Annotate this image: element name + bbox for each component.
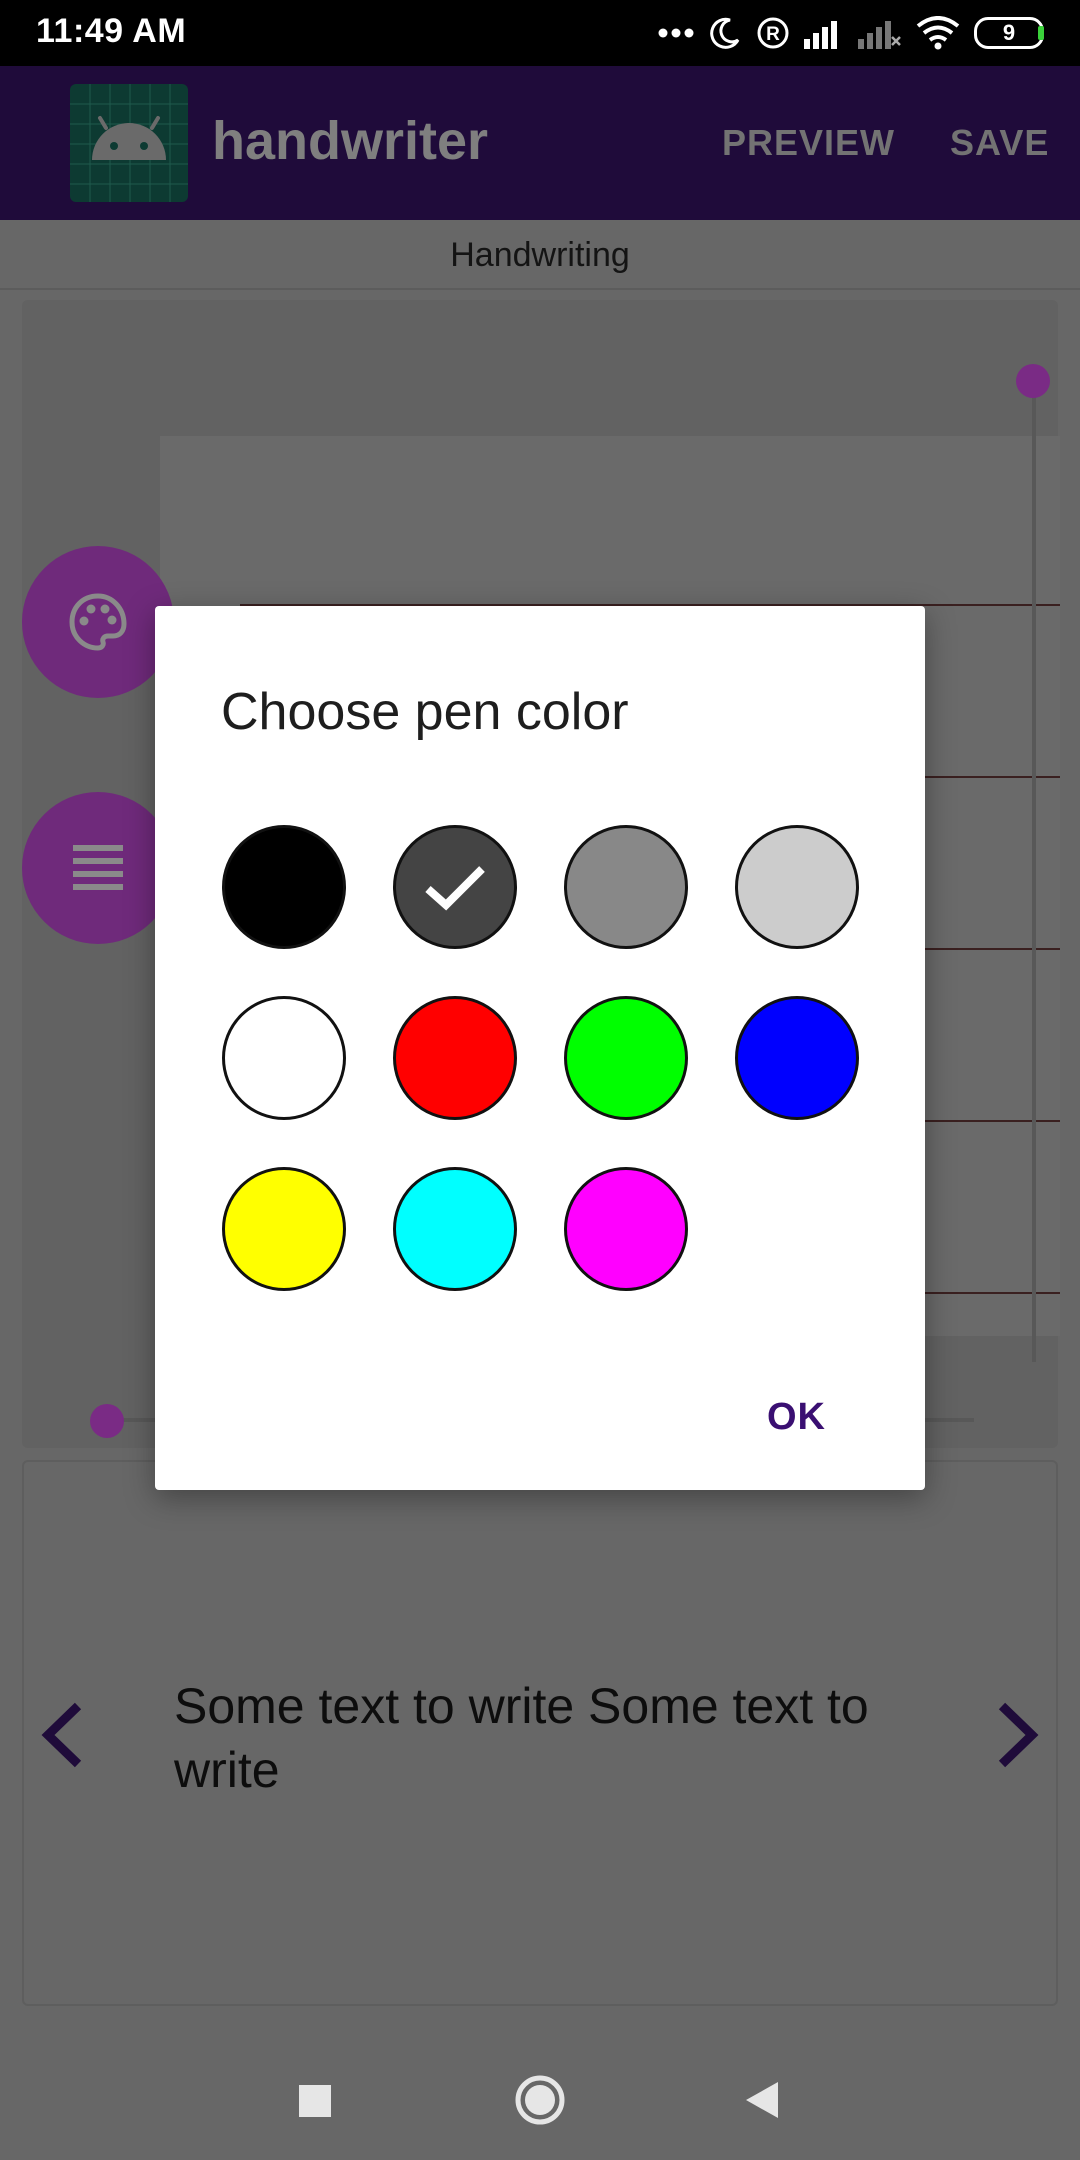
sample-text: Some text to write Some text to write [174, 1678, 869, 1798]
app-title: handwriter [212, 111, 489, 171]
battery-level: 9 [1002, 20, 1016, 45]
color-swatch-light-gray[interactable] [735, 825, 859, 949]
preview-button[interactable]: PREVIEW [722, 122, 895, 164]
chevron-right-icon[interactable] [992, 1700, 1042, 1770]
wifi-icon [916, 16, 960, 50]
moon-icon [710, 17, 740, 49]
color-swatch-green[interactable] [564, 996, 688, 1120]
tab-handwriting[interactable]: Handwriting [0, 236, 1080, 275]
dialog-title: Choose pen color [221, 683, 629, 741]
recents-button[interactable] [290, 2076, 340, 2126]
palette-icon [69, 593, 127, 651]
status-time: 11:49 AM [36, 12, 187, 50]
color-swatch-red[interactable] [393, 996, 517, 1120]
recents-icon [299, 2085, 331, 2117]
back-icon [746, 2082, 778, 2118]
ok-button[interactable]: OK [767, 1396, 826, 1439]
app-bar: handwriter PREVIEW SAVE [0, 66, 1080, 220]
color-swatch-blue[interactable] [735, 996, 859, 1120]
color-swatch-yellow[interactable] [222, 1167, 346, 1291]
vertical-slider-thumb[interactable] [1016, 364, 1050, 398]
status-bar: 11:49 AM R 9 [0, 0, 1080, 66]
svg-text:R: R [766, 24, 780, 45]
color-swatch-cyan[interactable] [393, 1167, 517, 1291]
chevron-left-icon[interactable] [38, 1700, 88, 1770]
signal-off-icon [858, 21, 901, 49]
vertical-slider-track[interactable] [1032, 382, 1036, 1362]
pen-color-fab[interactable] [22, 546, 174, 698]
status-icons: R 9 [658, 12, 1044, 54]
back-button[interactable] [736, 2074, 788, 2126]
tab-bar: Handwriting [0, 220, 1080, 290]
color-swatch-gray[interactable] [564, 825, 688, 949]
color-swatch-black[interactable] [222, 825, 346, 949]
home-button[interactable] [512, 2072, 568, 2128]
battery-icon: 9 [974, 17, 1044, 49]
color-swatch-dark-gray[interactable] [393, 825, 517, 949]
save-button[interactable]: SAVE [950, 122, 1049, 164]
registered-icon: R [757, 17, 789, 49]
color-swatch-magenta[interactable] [564, 1167, 688, 1291]
navigation-bar [0, 2016, 1080, 2160]
android-icon [70, 84, 188, 202]
pen-color-dialog: Choose pen color OK [155, 606, 925, 1490]
more-dots-icon [658, 28, 694, 38]
home-icon [515, 2075, 565, 2125]
checkmark-icon [425, 866, 485, 911]
color-swatch-white[interactable] [222, 996, 346, 1120]
line-settings-fab[interactable] [22, 792, 174, 944]
signal-icon [804, 21, 837, 49]
horizontal-slider-thumb[interactable] [90, 1404, 124, 1438]
lines-icon [73, 845, 123, 890]
